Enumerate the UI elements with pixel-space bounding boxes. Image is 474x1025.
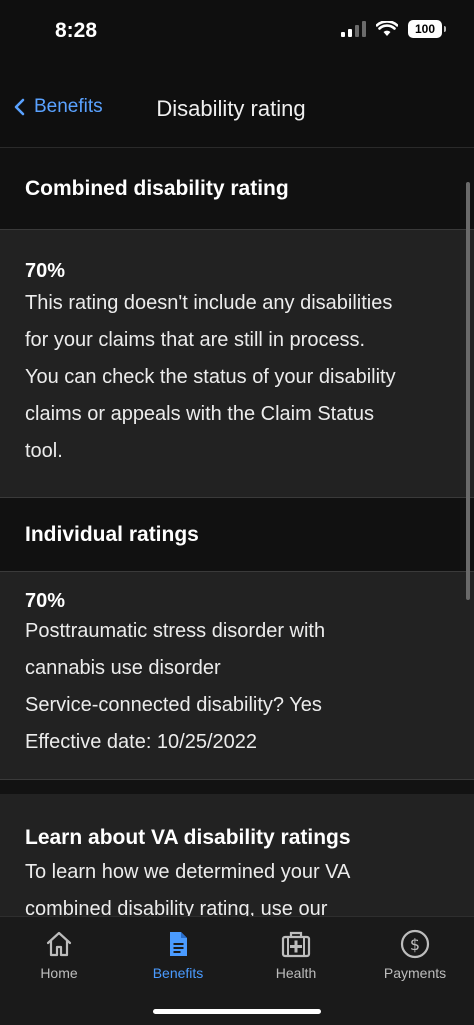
learn-about-body: To learn how we determined your VA combi… (25, 861, 351, 916)
section-gap (0, 780, 474, 794)
combined-rating-card: 70% This rating doesn't include any disa… (0, 230, 474, 498)
home-icon (46, 931, 72, 957)
dollar-icon: $ (400, 929, 430, 959)
navigation-bar: Benefits Disability rating (0, 62, 474, 148)
battery-indicator: 100 (408, 20, 446, 38)
combined-rating-header: Combined disability rating (0, 148, 474, 230)
svg-text:$: $ (410, 935, 420, 954)
individual-rating-value: 70% (25, 590, 66, 612)
tab-home[interactable]: Home (0, 929, 118, 981)
document-icon (170, 932, 187, 956)
tab-benefits[interactable]: Benefits (119, 929, 237, 981)
condition-name: Posttraumatic stress disorder with (25, 620, 326, 642)
medkit-icon (281, 931, 311, 958)
home-indicator[interactable] (153, 1009, 321, 1014)
individual-rating-card: 70% Posttraumatic stress disorder with c… (0, 572, 474, 780)
combined-rating-description: This rating doesn't include any disabili… (25, 292, 396, 462)
status-icons: 100 (341, 20, 446, 38)
learn-about-title: Learn about VA disability ratings (25, 826, 351, 849)
individual-ratings-header: Individual ratings (0, 498, 474, 572)
individual-rating-details: Posttraumatic stress disorder with canna… (25, 613, 449, 761)
status-bar: 8:28 100 (0, 0, 474, 62)
tab-benefits-label: Benefits (152, 965, 204, 981)
scrollbar[interactable] (466, 182, 470, 600)
service-connected: Service-connected disability? Yes (25, 694, 322, 716)
combined-rating-value: 70% (25, 260, 66, 282)
condition-name-cont: cannabis use disorder (25, 657, 221, 679)
learn-about-card: Learn about VA disability ratings To lea… (0, 794, 474, 916)
cellular-signal-icon (341, 21, 366, 37)
content-scroll-area[interactable]: Combined disability rating 70% This rati… (0, 148, 474, 916)
page-title: Disability rating (156, 96, 306, 121)
tab-payments[interactable]: $ Payments (356, 929, 474, 981)
tab-health[interactable]: Health (237, 929, 355, 981)
tab-home-label: Home (40, 965, 78, 981)
effective-date: Effective date: 10/25/2022 (25, 731, 258, 753)
wifi-icon (376, 21, 398, 36)
individual-ratings-header-text: Individual ratings (25, 522, 199, 546)
status-time: 8:28 (55, 19, 98, 42)
combined-rating-header-text: Combined disability rating (25, 176, 289, 200)
tab-payments-label: Payments (383, 965, 447, 981)
tab-health-label: Health (275, 965, 317, 981)
